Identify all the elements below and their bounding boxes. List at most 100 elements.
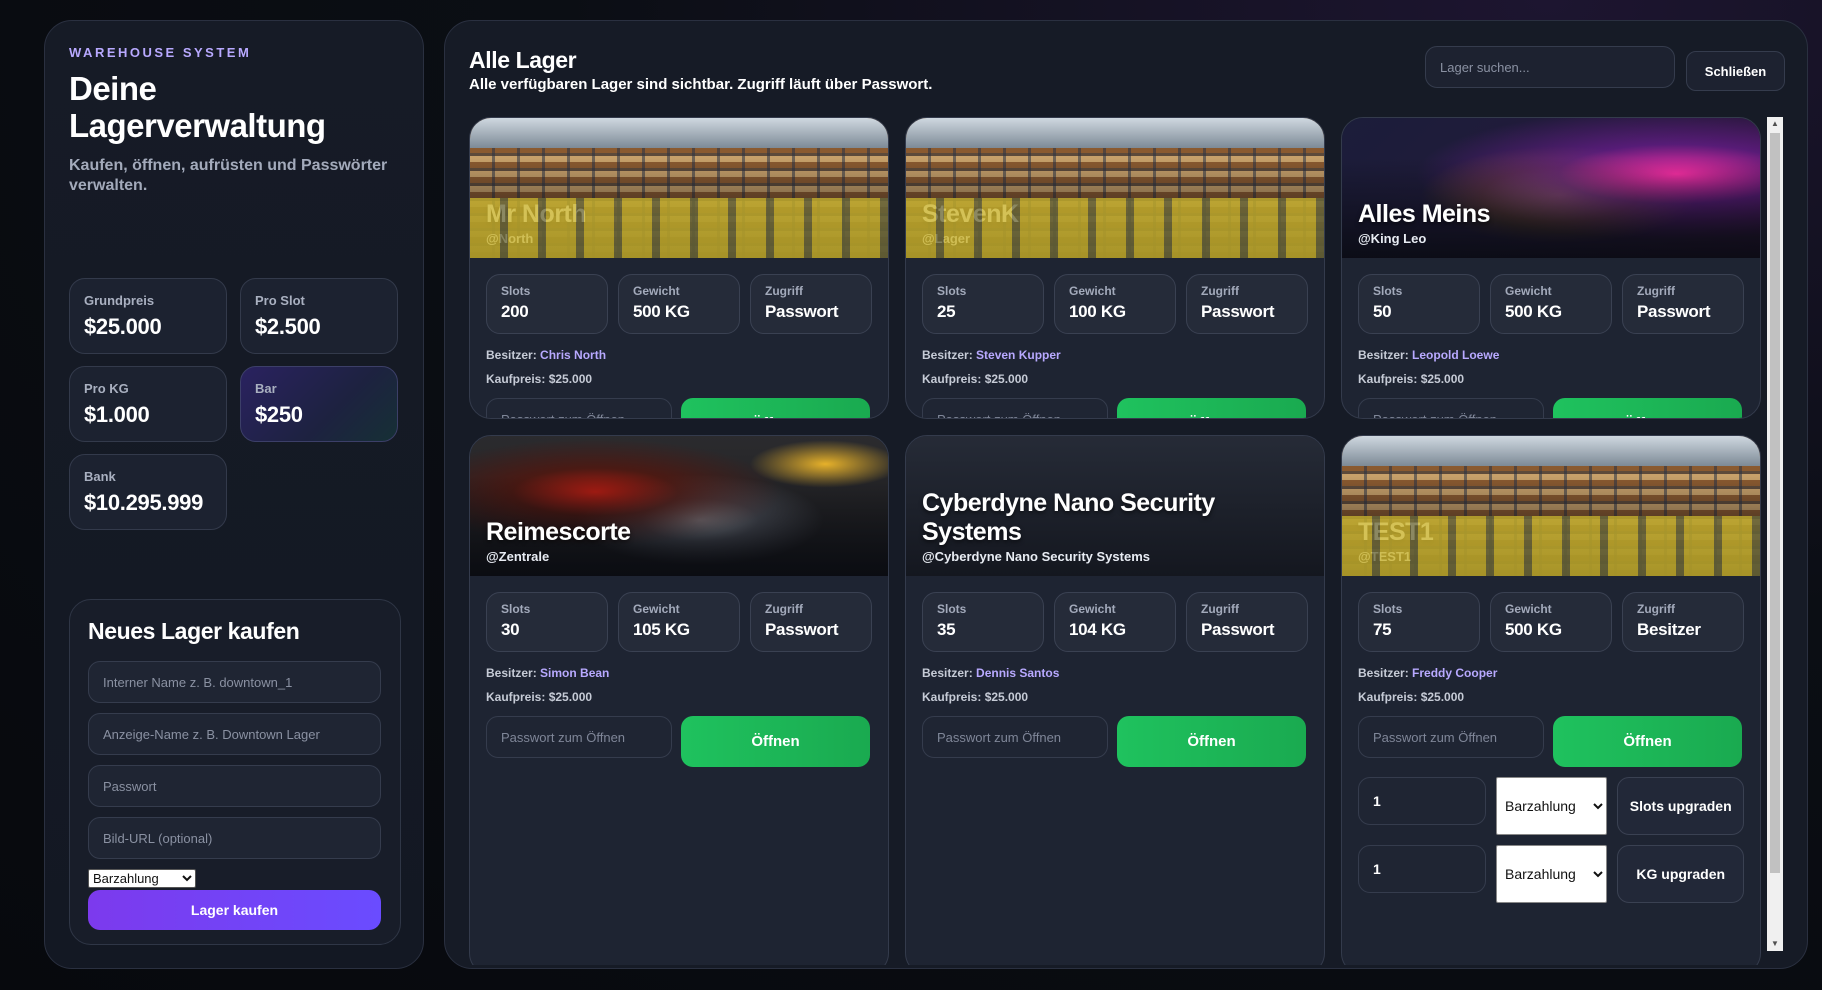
open-button[interactable]: Öffnen xyxy=(1117,398,1306,418)
slots-value: 75 xyxy=(1373,620,1392,639)
open-password-input[interactable] xyxy=(486,398,672,418)
scroll-thumb[interactable] xyxy=(1770,133,1780,873)
slots-upgrade-row: Barzahlung Slots upgraden xyxy=(1358,777,1744,835)
weight-box: Gewicht 500 KG xyxy=(1490,274,1612,334)
weight-box: Gewicht 104 KG xyxy=(1054,592,1176,652)
image-url-input[interactable] xyxy=(88,817,381,859)
slots-value: 25 xyxy=(937,302,956,321)
info-label: Zugriff xyxy=(1201,284,1239,298)
info-row: Slots 25 Gewicht 100 KG Zugriff Passwort xyxy=(922,274,1308,334)
slots-upgrade-button[interactable]: Slots upgraden xyxy=(1617,777,1744,835)
close-button[interactable]: Schließen xyxy=(1686,51,1785,91)
warehouse-handle: @TEST1 xyxy=(1358,549,1412,564)
weight-value: 500 KG xyxy=(1505,302,1562,321)
price-prefix: Kaufpreis: xyxy=(922,372,982,386)
access-value: Passwort xyxy=(765,620,839,639)
open-password-input[interactable] xyxy=(1358,716,1544,758)
sidebar: WAREHOUSE SYSTEM Deine Lagerverwaltung K… xyxy=(44,20,424,969)
price-line: Kaufpreis: $25.000 xyxy=(486,372,872,386)
stat-pro-slot: Pro Slot $2.500 xyxy=(240,278,398,354)
banner-text: Cyberdyne Nano Security Systems @Cyberdy… xyxy=(922,489,1308,564)
slots-box: Slots 200 xyxy=(486,274,608,334)
slots-upgrade-amount-input[interactable] xyxy=(1358,777,1486,825)
kg-upgrade-row: Barzahlung KG upgraden xyxy=(1358,845,1744,903)
payment-select[interactable]: Barzahlung xyxy=(88,869,196,888)
warehouse-grid: Mr North @North Slots 200 Gewicht 500 KG… xyxy=(469,117,1769,965)
kg-upgrade-payment-select[interactable]: Barzahlung xyxy=(1496,845,1608,903)
open-button[interactable]: Öffnen xyxy=(681,398,870,418)
banner-text: StevenK @Lager xyxy=(922,200,1308,246)
warehouse-name: Mr North xyxy=(486,200,587,228)
buy-warehouse-button[interactable]: Lager kaufen xyxy=(88,890,381,930)
internal-name-input[interactable] xyxy=(88,661,381,703)
price-value: $25.000 xyxy=(984,690,1029,704)
owner-name: Dennis Santos xyxy=(976,666,1060,680)
weight-value: 500 KG xyxy=(1505,620,1562,639)
stat-value: $10.295.999 xyxy=(84,490,204,515)
main-header: Alle Lager Alle verfügbaren Lager sind s… xyxy=(469,47,932,93)
main-panel: Alle Lager Alle verfügbaren Lager sind s… xyxy=(444,20,1808,969)
warehouse-card: StevenK @Lager Slots 25 Gewicht 100 KG Z… xyxy=(905,117,1325,419)
price-prefix: Kaufpreis: xyxy=(486,372,546,386)
search-input[interactable] xyxy=(1425,46,1675,88)
access-box: Zugriff Passwort xyxy=(750,274,872,334)
slots-value: 30 xyxy=(501,620,520,639)
info-label: Slots xyxy=(937,284,967,298)
kg-upgrade-amount-input[interactable] xyxy=(1358,845,1486,893)
open-password-input[interactable] xyxy=(922,716,1108,758)
warehouse-handle: @Zentrale xyxy=(486,549,550,564)
open-button[interactable]: Öffnen xyxy=(681,716,870,767)
warehouse-card: Cyberdyne Nano Security Systems @Cyberdy… xyxy=(905,435,1325,965)
warehouse-name: Alles Meins xyxy=(1358,200,1491,228)
stat-value: $25.000 xyxy=(84,314,162,339)
warehouse-card: Mr North @North Slots 200 Gewicht 500 KG… xyxy=(469,117,889,419)
stat-label: Grundpreis xyxy=(84,293,155,308)
owner-name: Leopold Loewe xyxy=(1412,348,1500,362)
info-label: Gewicht xyxy=(1069,284,1116,298)
open-password-input[interactable] xyxy=(922,398,1108,418)
slots-upgrade-payment-select[interactable]: Barzahlung xyxy=(1496,777,1608,835)
scroll-up-icon[interactable]: ▲ xyxy=(1767,117,1783,131)
access-value: Passwort xyxy=(1201,302,1275,321)
price-prefix: Kaufpreis: xyxy=(1358,372,1418,386)
access-box: Zugriff Passwort xyxy=(1186,274,1308,334)
price-prefix: Kaufpreis: xyxy=(922,690,982,704)
action-row: Öffnen xyxy=(922,398,1308,418)
owner-prefix: Besitzer: xyxy=(922,348,973,362)
info-label: Slots xyxy=(1373,284,1403,298)
info-row: Slots 35 Gewicht 104 KG Zugriff Passwort xyxy=(922,592,1308,652)
warehouse-handle: @Cyberdyne Nano Security Systems xyxy=(922,549,1150,564)
stat-value: $250 xyxy=(255,402,303,427)
display-name-input[interactable] xyxy=(88,713,381,755)
card-body: Slots 25 Gewicht 100 KG Zugriff Passwort… xyxy=(906,258,1324,418)
price-line: Kaufpreis: $25.000 xyxy=(1358,690,1744,704)
stat-grundpreis: Grundpreis $25.000 xyxy=(69,278,227,354)
price-prefix: Kaufpreis: xyxy=(486,690,546,704)
slots-value: 200 xyxy=(501,302,529,321)
page-title: Alle Lager xyxy=(469,47,577,73)
open-password-input[interactable] xyxy=(486,716,672,758)
card-banner-image: Cyberdyne Nano Security Systems @Cyberdy… xyxy=(906,436,1324,576)
action-row: Öffnen xyxy=(1358,716,1744,767)
slots-value: 35 xyxy=(937,620,956,639)
password-input[interactable] xyxy=(88,765,381,807)
warehouse-card: TEST1 @TEST1 Slots 75 Gewicht 500 KG Zug… xyxy=(1341,435,1761,965)
price-line: Kaufpreis: $25.000 xyxy=(922,690,1308,704)
owner-name: Freddy Cooper xyxy=(1412,666,1498,680)
kg-upgrade-button[interactable]: KG upgraden xyxy=(1617,845,1744,903)
price-line: Kaufpreis: $25.000 xyxy=(1358,372,1744,386)
scroll-down-icon[interactable]: ▼ xyxy=(1767,937,1783,951)
info-label: Slots xyxy=(1373,602,1403,616)
info-label: Gewicht xyxy=(633,602,680,616)
open-button[interactable]: Öffnen xyxy=(1553,716,1742,767)
info-label: Zugriff xyxy=(1637,284,1675,298)
open-button[interactable]: Öffnen xyxy=(1117,716,1306,767)
access-value: Passwort xyxy=(765,302,839,321)
sidebar-subtitle: Kaufen, öffnen, aufrüsten und Passwörter… xyxy=(69,157,388,194)
card-body: Slots 35 Gewicht 104 KG Zugriff Passwort… xyxy=(906,576,1324,783)
scrollbar[interactable]: ▲ ▼ xyxy=(1767,117,1783,951)
open-password-input[interactable] xyxy=(1358,398,1544,418)
owner-line: Besitzer: Chris North xyxy=(486,348,872,362)
open-button[interactable]: Öffnen xyxy=(1553,398,1742,418)
page-subtitle: Alle verfügbaren Lager sind sichtbar. Zu… xyxy=(469,76,933,93)
